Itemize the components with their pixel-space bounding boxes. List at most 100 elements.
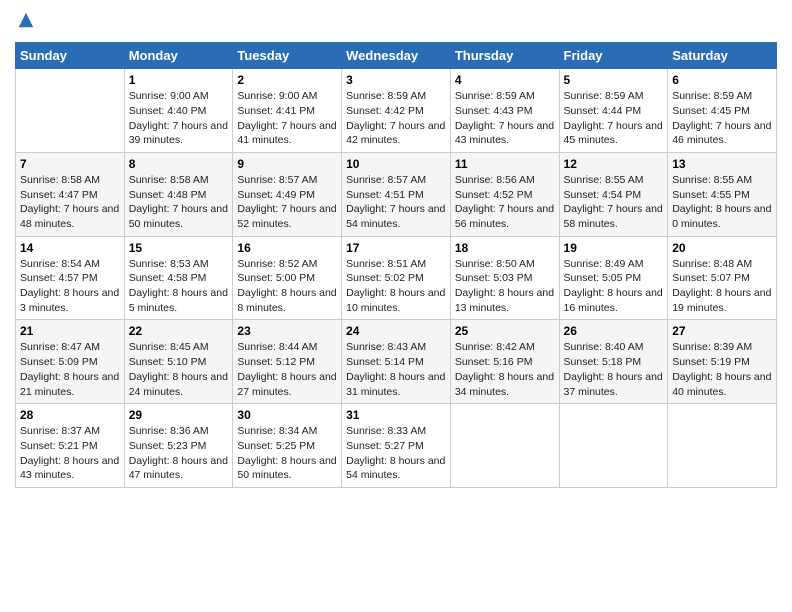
day-number: 9 — [237, 157, 337, 171]
cell-4-1: 21Sunrise: 8:47 AMSunset: 5:09 PMDayligh… — [16, 320, 125, 404]
cell-3-5: 18Sunrise: 8:50 AMSunset: 5:03 PMDayligh… — [450, 236, 559, 320]
cell-info: Sunrise: 8:53 AMSunset: 4:58 PMDaylight:… — [129, 257, 229, 316]
cell-info: Sunrise: 8:56 AMSunset: 4:52 PMDaylight:… — [455, 173, 555, 232]
cell-2-4: 10 Sunrise: 8:57 AMSunset: 4:51 PMDayligh… — [342, 152, 451, 236]
day-number: 27 — [672, 324, 772, 338]
day-number: 4 — [455, 73, 555, 87]
day-number: 28 — [20, 408, 120, 422]
cell-info: Sunrise: 8:37 AMSunset: 5:21 PMDaylight:… — [20, 424, 120, 483]
cell-info: Sunrise: 8:54 AMSunset: 4:57 PMDaylight:… — [20, 257, 120, 316]
cell-3-3: 16 Sunrise: 8:52 AMSunset: 5:00 PMDayligh… — [233, 236, 342, 320]
day-number: 6 — [672, 73, 772, 87]
cell-info: Sunrise: 8:52 AMSunset: 5:00 PMDaylight:… — [237, 257, 337, 316]
day-number: 14 — [20, 241, 120, 255]
cell-2-1: 7Sunrise: 8:58 AMSunset: 4:47 PMDaylight… — [16, 152, 125, 236]
logo-icon — [17, 11, 35, 29]
cell-3-2: 15 Sunrise: 8:53 AMSunset: 4:58 PMDayligh… — [124, 236, 233, 320]
logo-text — [15, 10, 35, 34]
col-header-friday: Friday — [559, 43, 668, 69]
cell-info: Sunrise: 8:44 AMSunset: 5:12 PMDaylight:… — [237, 340, 337, 399]
col-header-monday: Monday — [124, 43, 233, 69]
cell-5-2: 29 Sunrise: 8:36 AMSunset: 5:23 PMDayligh… — [124, 404, 233, 488]
cell-3-7: 20 Sunrise: 8:48 AMSunset: 5:07 PMDayligh… — [668, 236, 777, 320]
day-number: 3 — [346, 73, 446, 87]
cell-info: Sunrise: 8:58 AMSunset: 4:47 PMDaylight:… — [20, 173, 120, 232]
cell-info: Sunrise: 8:39 AMSunset: 5:19 PMDaylight:… — [672, 340, 772, 399]
day-number: 5 — [564, 73, 664, 87]
week-row-2: 7Sunrise: 8:58 AMSunset: 4:47 PMDaylight… — [16, 152, 777, 236]
cell-1-5: 4 Sunrise: 8:59 AMSunset: 4:43 PMDaylight… — [450, 69, 559, 153]
cell-1-4: 3 Sunrise: 8:59 AMSunset: 4:42 PMDaylight… — [342, 69, 451, 153]
cell-info: Sunrise: 8:49 AMSunset: 5:05 PMDaylight:… — [564, 257, 664, 316]
day-number: 17 — [346, 241, 446, 255]
cell-5-4: 31Sunrise: 8:33 AMSunset: 5:27 PMDayligh… — [342, 404, 451, 488]
day-number: 26 — [564, 324, 664, 338]
day-number: 2 — [237, 73, 337, 87]
logo — [15, 10, 35, 34]
day-number: 1 — [129, 73, 229, 87]
cell-info: Sunrise: 8:57 AMSunset: 4:51 PMDaylight:… — [346, 173, 446, 232]
day-number: 16 — [237, 241, 337, 255]
cell-4-4: 24 Sunrise: 8:43 AMSunset: 5:14 PMDayligh… — [342, 320, 451, 404]
day-number: 12 — [564, 157, 664, 171]
cell-info: Sunrise: 8:55 AMSunset: 4:54 PMDaylight:… — [564, 173, 664, 232]
cell-5-1: 28 Sunrise: 8:37 AMSunset: 5:21 PMDayligh… — [16, 404, 125, 488]
cell-2-2: 8 Sunrise: 8:58 AMSunset: 4:48 PMDaylight… — [124, 152, 233, 236]
cell-info: Sunrise: 8:55 AMSunset: 4:55 PMDaylight:… — [672, 173, 772, 232]
cell-info: Sunrise: 8:42 AMSunset: 5:16 PMDaylight:… — [455, 340, 555, 399]
cell-4-7: 27 Sunrise: 8:39 AMSunset: 5:19 PMDayligh… — [668, 320, 777, 404]
cell-1-7: 6Sunrise: 8:59 AMSunset: 4:45 PMDaylight… — [668, 69, 777, 153]
calendar-table: SundayMondayTuesdayWednesdayThursdayFrid… — [15, 42, 777, 488]
cell-info: Sunrise: 8:43 AMSunset: 5:14 PMDaylight:… — [346, 340, 446, 399]
cell-4-5: 25Sunrise: 8:42 AMSunset: 5:16 PMDayligh… — [450, 320, 559, 404]
cell-info: Sunrise: 8:33 AMSunset: 5:27 PMDaylight:… — [346, 424, 446, 483]
cell-info: Sunrise: 8:36 AMSunset: 5:23 PMDaylight:… — [129, 424, 229, 483]
cell-info: Sunrise: 9:00 AMSunset: 4:40 PMDaylight:… — [129, 89, 229, 148]
cell-info: Sunrise: 8:40 AMSunset: 5:18 PMDaylight:… — [564, 340, 664, 399]
cell-3-4: 17 Sunrise: 8:51 AMSunset: 5:02 PMDayligh… — [342, 236, 451, 320]
day-number: 15 — [129, 241, 229, 255]
col-header-thursday: Thursday — [450, 43, 559, 69]
col-header-saturday: Saturday — [668, 43, 777, 69]
day-number: 20 — [672, 241, 772, 255]
cell-2-5: 11 Sunrise: 8:56 AMSunset: 4:52 PMDayligh… — [450, 152, 559, 236]
day-number: 19 — [564, 241, 664, 255]
day-number: 10 — [346, 157, 446, 171]
cell-info: Sunrise: 8:50 AMSunset: 5:03 PMDaylight:… — [455, 257, 555, 316]
day-number: 23 — [237, 324, 337, 338]
day-number: 8 — [129, 157, 229, 171]
cell-info: Sunrise: 8:57 AMSunset: 4:49 PMDaylight:… — [237, 173, 337, 232]
day-number: 22 — [129, 324, 229, 338]
col-header-tuesday: Tuesday — [233, 43, 342, 69]
cell-info: Sunrise: 8:59 AMSunset: 4:43 PMDaylight:… — [455, 89, 555, 148]
cell-info: Sunrise: 8:51 AMSunset: 5:02 PMDaylight:… — [346, 257, 446, 316]
cell-info: Sunrise: 8:59 AMSunset: 4:42 PMDaylight:… — [346, 89, 446, 148]
col-header-sunday: Sunday — [16, 43, 125, 69]
cell-5-5 — [450, 404, 559, 488]
week-row-1: 1 Sunrise: 9:00 AMSunset: 4:40 PMDaylight… — [16, 69, 777, 153]
cell-info: Sunrise: 9:00 AMSunset: 4:41 PMDaylight:… — [237, 89, 337, 148]
cell-5-7 — [668, 404, 777, 488]
day-number: 11 — [455, 157, 555, 171]
cell-2-6: 12 Sunrise: 8:55 AMSunset: 4:54 PMDayligh… — [559, 152, 668, 236]
header-row: SundayMondayTuesdayWednesdayThursdayFrid… — [16, 43, 777, 69]
day-number: 24 — [346, 324, 446, 338]
week-row-3: 14 Sunrise: 8:54 AMSunset: 4:57 PMDayligh… — [16, 236, 777, 320]
cell-info: Sunrise: 8:34 AMSunset: 5:25 PMDaylight:… — [237, 424, 337, 483]
cell-2-3: 9 Sunrise: 8:57 AMSunset: 4:49 PMDaylight… — [233, 152, 342, 236]
cell-1-2: 1 Sunrise: 9:00 AMSunset: 4:40 PMDaylight… — [124, 69, 233, 153]
day-number: 29 — [129, 408, 229, 422]
cell-1-3: 2 Sunrise: 9:00 AMSunset: 4:41 PMDaylight… — [233, 69, 342, 153]
cell-info: Sunrise: 8:58 AMSunset: 4:48 PMDaylight:… — [129, 173, 229, 232]
cell-5-6 — [559, 404, 668, 488]
week-row-5: 28 Sunrise: 8:37 AMSunset: 5:21 PMDayligh… — [16, 404, 777, 488]
cell-3-6: 19 Sunrise: 8:49 AMSunset: 5:05 PMDayligh… — [559, 236, 668, 320]
cell-1-1 — [16, 69, 125, 153]
cell-4-3: 23 Sunrise: 8:44 AMSunset: 5:12 PMDayligh… — [233, 320, 342, 404]
day-number: 13 — [672, 157, 772, 171]
page-container: SundayMondayTuesdayWednesdayThursdayFrid… — [0, 0, 792, 498]
week-row-4: 21Sunrise: 8:47 AMSunset: 5:09 PMDayligh… — [16, 320, 777, 404]
cell-3-1: 14 Sunrise: 8:54 AMSunset: 4:57 PMDayligh… — [16, 236, 125, 320]
cell-5-3: 30Sunrise: 8:34 AMSunset: 5:25 PMDayligh… — [233, 404, 342, 488]
cell-info: Sunrise: 8:48 AMSunset: 5:07 PMDaylight:… — [672, 257, 772, 316]
